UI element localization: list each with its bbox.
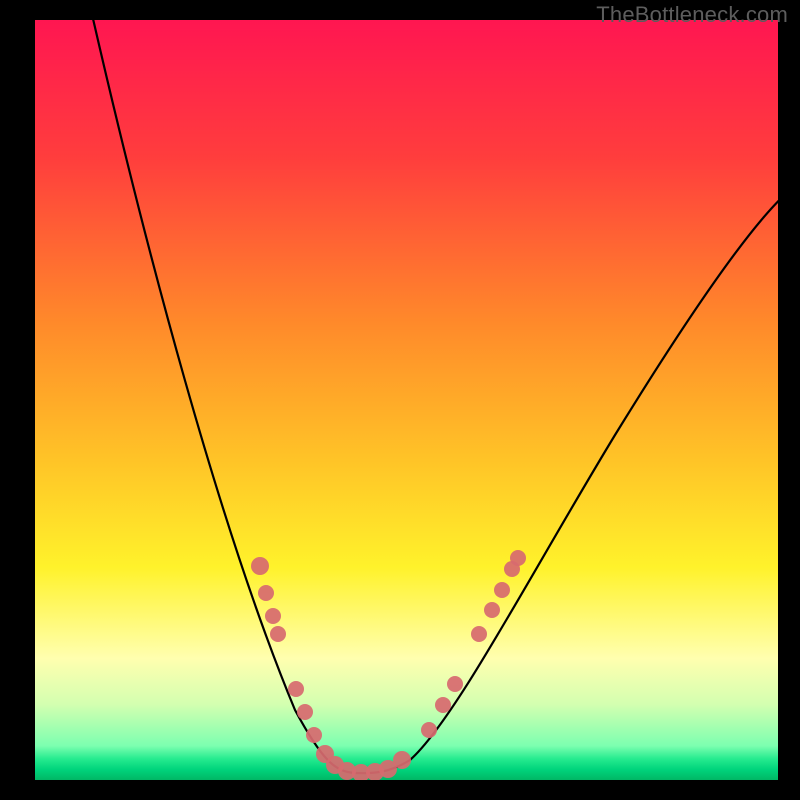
data-marker xyxy=(435,697,451,713)
data-marker xyxy=(393,751,411,769)
plot-area xyxy=(35,20,778,780)
bottleneck-curve xyxy=(91,20,778,773)
data-marker xyxy=(421,722,437,738)
data-marker xyxy=(288,681,304,697)
data-marker xyxy=(306,727,322,743)
data-marker xyxy=(484,602,500,618)
data-marker xyxy=(447,676,463,692)
marker-group xyxy=(251,550,526,780)
data-marker xyxy=(471,626,487,642)
data-marker xyxy=(297,704,313,720)
chart-frame: TheBottleneck.com xyxy=(0,0,800,800)
data-marker xyxy=(270,626,286,642)
data-marker xyxy=(510,550,526,566)
curve-layer xyxy=(35,20,778,780)
data-marker xyxy=(251,557,269,575)
watermark-text: TheBottleneck.com xyxy=(596,2,788,28)
data-marker xyxy=(494,582,510,598)
data-marker xyxy=(265,608,281,624)
data-marker xyxy=(258,585,274,601)
